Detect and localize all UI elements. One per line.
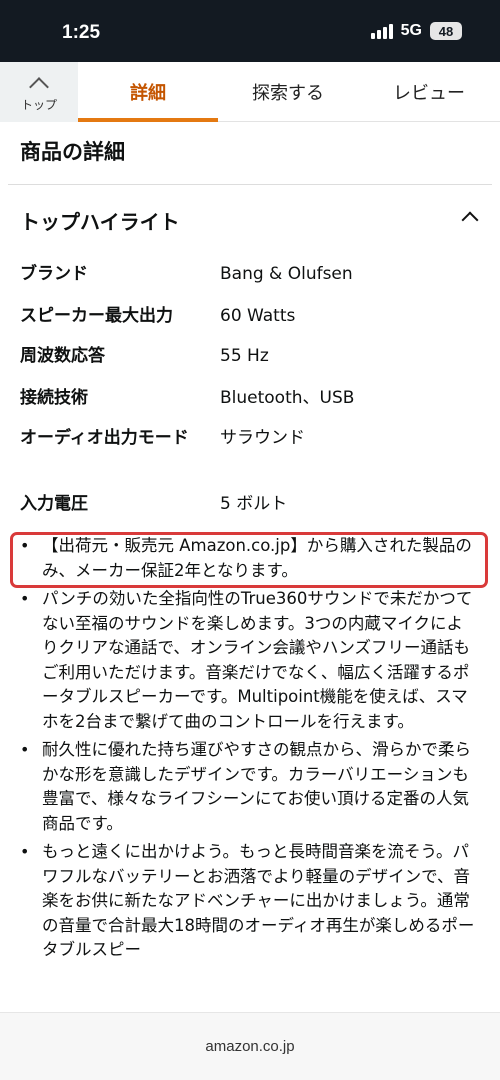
battery-level: 48 bbox=[438, 23, 454, 39]
product-details-content: 商品の詳細 トップハイライト ブランド Bang & Olufsen スピーカー… bbox=[0, 122, 500, 1012]
chevron-up-icon bbox=[29, 76, 49, 97]
spec-key: 周波数応答 bbox=[20, 346, 105, 366]
section-title: 商品の詳細 bbox=[20, 140, 125, 164]
spec-value: 55 Hz bbox=[220, 346, 269, 366]
feature-bullet: パンチの効いた全指向性のTrue360サウンドで未だかつてない至福のサウンドを楽… bbox=[0, 587, 500, 734]
tab-explore-label: 探索する bbox=[252, 83, 324, 104]
spec-value: Bang & Olufsen bbox=[220, 264, 353, 284]
tab-explore[interactable]: 探索する bbox=[218, 62, 358, 122]
divider bbox=[8, 184, 492, 185]
spec-row: スピーカー最大出力 60 Watts bbox=[20, 304, 480, 329]
feature-bullet: もっと遠くに出かけよう。もっと長時間音楽を流そう。パワフルなバッテリーとお洒落で… bbox=[0, 840, 500, 963]
spec-value: 60 Watts bbox=[220, 306, 296, 326]
signal-icon bbox=[370, 23, 393, 39]
spec-key: ブランド bbox=[20, 264, 88, 284]
spec-row: ブランド Bang & Olufsen bbox=[20, 262, 480, 287]
feature-bullet: 耐久性に優れた持ち運びやすさの観点から、滑らかで柔らかな形を意識したデザインです… bbox=[0, 738, 500, 836]
tab-details[interactable]: 詳細 bbox=[78, 62, 218, 122]
spec-value: 5 ボルト bbox=[220, 494, 288, 514]
status-indicators: 5G 48 bbox=[370, 22, 462, 40]
spec-value: サラウンド bbox=[220, 428, 305, 448]
network-label: 5G bbox=[400, 22, 422, 39]
spec-row: オーディオ出力モード サラウンド bbox=[20, 426, 480, 451]
spec-key: オーディオ出力モード bbox=[20, 428, 189, 448]
spec-key: 入力電圧 bbox=[20, 494, 88, 514]
spec-row: 接続技術 Bluetooth、USB bbox=[20, 386, 480, 411]
domain-label: amazon.co.jp bbox=[205, 1038, 295, 1055]
tab-reviews-label: レビュー bbox=[393, 83, 465, 104]
highlights-title: トップハイライト bbox=[20, 210, 180, 234]
spec-key: 接続技術 bbox=[20, 388, 88, 408]
battery-icon: 48 bbox=[430, 22, 462, 40]
feature-bullet: 【出荷元・販売元 Amazon.co.jp】から購入された製品のみ、メーカー保証… bbox=[0, 534, 500, 583]
spec-row: 周波数応答 55 Hz bbox=[20, 344, 480, 369]
spec-value: Bluetooth、USB bbox=[220, 388, 355, 408]
tab-bar: トップ 詳細 探索する レビュー bbox=[0, 62, 500, 122]
spec-key: スピーカー最大出力 bbox=[20, 306, 173, 326]
status-time: 1:25 bbox=[62, 22, 101, 43]
feature-bullet-list: 【出荷元・販売元 Amazon.co.jp】から購入された製品のみ、メーカー保証… bbox=[0, 534, 500, 967]
browser-address-bar[interactable]: amazon.co.jp bbox=[0, 1012, 500, 1080]
tab-details-label: 詳細 bbox=[130, 83, 166, 104]
chevron-up-icon[interactable] bbox=[461, 211, 479, 229]
back-to-top-button[interactable]: トップ bbox=[0, 62, 78, 122]
status-bar: 1:25 5G 48 bbox=[0, 0, 500, 62]
back-to-top-label: トップ bbox=[20, 97, 57, 112]
spec-row: 入力電圧 5 ボルト bbox=[20, 492, 480, 517]
tab-reviews[interactable]: レビュー bbox=[358, 62, 500, 122]
